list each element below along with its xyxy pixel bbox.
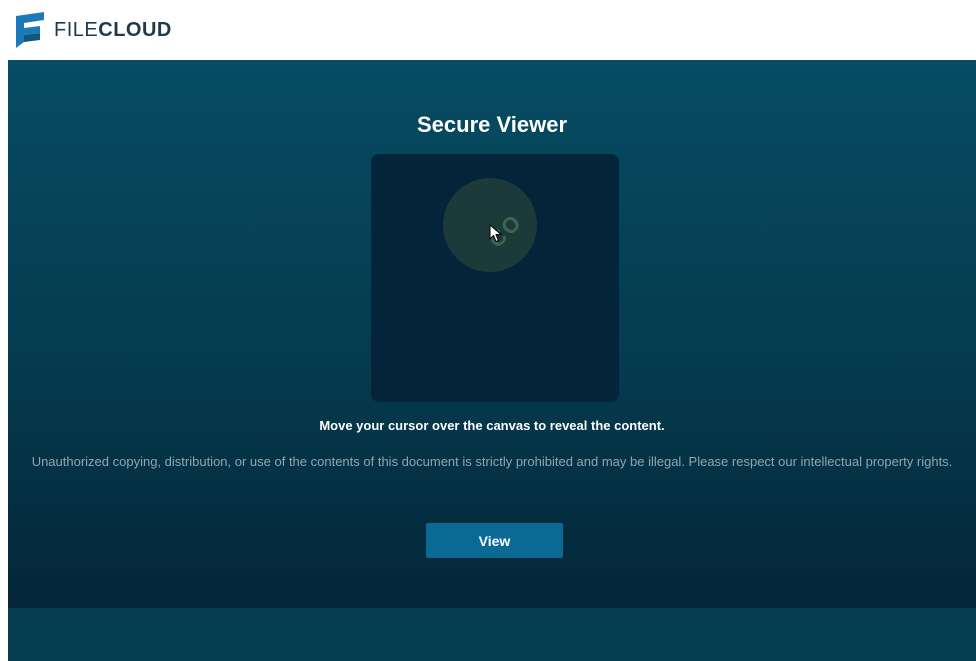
- footer-band: [8, 608, 976, 661]
- canvas-instruction: Move your cursor over the canvas to reve…: [319, 418, 665, 433]
- copyright-notice: Unauthorized copying, distribution, or u…: [31, 454, 953, 469]
- logo-text-cloud: CLOUD: [98, 18, 172, 41]
- secure-viewer-panel: Secure Viewer CO Move your cursor over t…: [8, 60, 976, 608]
- app-header: FILE CLOUD: [0, 0, 976, 60]
- filecloud-logo[interactable]: FILE CLOUD: [14, 12, 172, 48]
- secure-canvas[interactable]: CO: [371, 154, 619, 402]
- logo-wordmark: FILE CLOUD: [54, 19, 172, 42]
- mouse-pointer-icon: [489, 224, 503, 243]
- filecloud-logo-icon: [16, 12, 44, 48]
- logo-text-file: FILE: [54, 18, 99, 41]
- view-button[interactable]: View: [426, 523, 563, 558]
- page-title: Secure Viewer: [416, 112, 568, 137]
